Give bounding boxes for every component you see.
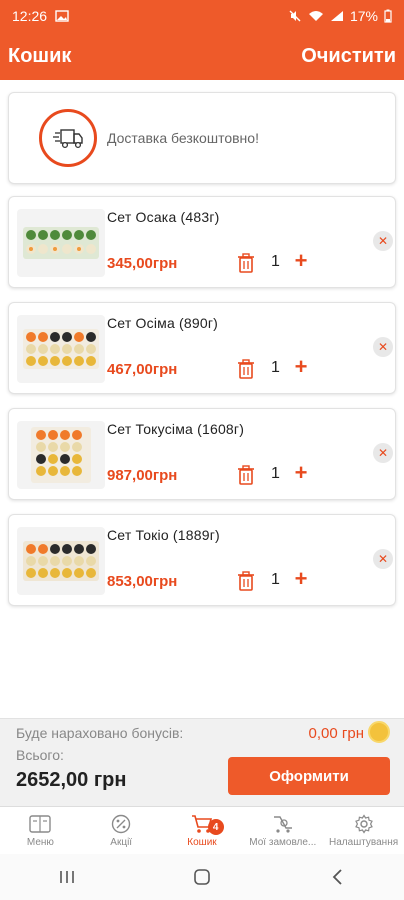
order-summary: Буде нараховано бонусів: 0,00 грн Всього… bbox=[0, 718, 404, 806]
trash-icon[interactable] bbox=[237, 571, 255, 591]
nav-item-menu[interactable]: Меню bbox=[0, 807, 81, 854]
clear-cart-button[interactable]: Очистити bbox=[301, 45, 396, 68]
app-header: Кошик Очистити bbox=[0, 32, 404, 80]
delivery-banner: Доставка безкоштовно! bbox=[8, 92, 396, 184]
percent-icon bbox=[110, 814, 132, 834]
battery-icon bbox=[384, 9, 392, 23]
back-icon bbox=[332, 869, 342, 885]
increase-quantity-button[interactable]: + bbox=[291, 461, 311, 485]
item-price: 853,00грн bbox=[107, 573, 178, 590]
product-image bbox=[17, 421, 105, 489]
battery-percent: 17% bbox=[349, 8, 378, 24]
item-price: 987,00грн bbox=[107, 467, 178, 484]
trash-icon[interactable] bbox=[237, 359, 255, 379]
bottom-nav: Меню Акції 4 Кошик Мої замовле... Налашт… bbox=[0, 806, 404, 854]
recent-apps-button[interactable] bbox=[37, 857, 97, 897]
cart-item: Сет Токусіма (1608г) 987,00грн 1 + ✕ bbox=[8, 408, 396, 500]
remove-item-button[interactable]: ✕ bbox=[373, 443, 393, 463]
home-button[interactable] bbox=[172, 857, 232, 897]
coin-icon bbox=[368, 721, 390, 743]
wifi-icon bbox=[308, 11, 323, 21]
product-image bbox=[17, 209, 105, 277]
remove-item-button[interactable]: ✕ bbox=[373, 337, 393, 357]
page-title: Кошик bbox=[8, 44, 72, 67]
item-name: Сет Токусіма (1608г) bbox=[107, 421, 245, 437]
item-quantity: 1 bbox=[271, 571, 280, 588]
settings-icon bbox=[353, 813, 375, 834]
item-name: Сет Осака (483г) bbox=[107, 209, 220, 225]
signal-icon bbox=[330, 11, 343, 21]
cart-item: Сет Осака (483г) 345,00грн 1 + ✕ bbox=[8, 196, 396, 288]
bonus-label: Буде нараховано бонусів: bbox=[16, 725, 184, 741]
orders-icon bbox=[272, 814, 294, 834]
item-quantity: 1 bbox=[271, 253, 280, 270]
nav-label: Налаштування bbox=[329, 836, 399, 848]
item-price: 345,00грн bbox=[107, 255, 178, 272]
bonus-value: 0,00 грн bbox=[308, 725, 364, 742]
trash-icon[interactable] bbox=[237, 253, 255, 273]
checkout-button[interactable]: Оформити bbox=[228, 757, 390, 795]
nav-label: Меню bbox=[26, 836, 54, 848]
nav-label: Мої замовле... bbox=[249, 836, 317, 848]
increase-quantity-button[interactable]: + bbox=[291, 355, 311, 379]
increase-quantity-button[interactable]: + bbox=[291, 567, 311, 591]
back-button[interactable] bbox=[307, 857, 367, 897]
product-image bbox=[17, 315, 105, 383]
item-price: 467,00грн bbox=[107, 361, 178, 378]
product-image bbox=[17, 527, 105, 595]
item-quantity: 1 bbox=[271, 359, 280, 376]
recent-apps-icon bbox=[60, 871, 75, 883]
nav-label: Кошик bbox=[187, 836, 217, 848]
total-value: 2652,00 грн bbox=[16, 769, 127, 791]
home-icon bbox=[194, 869, 210, 885]
image-notification-icon bbox=[55, 10, 69, 22]
status-right-icons: 17% bbox=[288, 8, 392, 24]
cart-count-badge: 4 bbox=[207, 819, 224, 835]
nav-label: Акції bbox=[110, 836, 133, 848]
remove-item-button[interactable]: ✕ bbox=[373, 231, 393, 251]
item-name: Сет Токіо (1889г) bbox=[107, 527, 220, 543]
menu-icon bbox=[29, 814, 52, 834]
delivery-truck-icon bbox=[39, 109, 97, 167]
delivery-text: Доставка безкоштовно! bbox=[107, 130, 259, 146]
increase-quantity-button[interactable]: + bbox=[291, 249, 311, 273]
item-name: Сет Осіма (890г) bbox=[107, 315, 219, 331]
status-notification-icons bbox=[55, 10, 69, 22]
nav-item-cart[interactable]: 4 Кошик bbox=[162, 807, 243, 854]
nav-item-promotions[interactable]: Акції bbox=[81, 807, 162, 854]
trash-icon[interactable] bbox=[237, 465, 255, 485]
status-bar: 12:26 17% bbox=[0, 0, 404, 32]
cart-item: Сет Осіма (890г) 467,00грн 1 + ✕ bbox=[8, 302, 396, 394]
remove-item-button[interactable]: ✕ bbox=[373, 549, 393, 569]
cart-content: Доставка безкоштовно! Сет Осака (483г) 3… bbox=[0, 80, 404, 720]
nav-item-settings[interactable]: Налаштування bbox=[323, 807, 404, 854]
total-label: Всього: bbox=[16, 747, 64, 763]
status-time: 12:26 bbox=[12, 8, 48, 24]
system-nav-bar bbox=[0, 854, 404, 900]
mute-icon bbox=[289, 10, 301, 22]
item-quantity: 1 bbox=[271, 465, 280, 482]
cart-item: Сет Токіо (1889г) 853,00грн 1 + ✕ bbox=[8, 514, 396, 606]
nav-item-orders[interactable]: Мої замовле... bbox=[242, 807, 323, 854]
